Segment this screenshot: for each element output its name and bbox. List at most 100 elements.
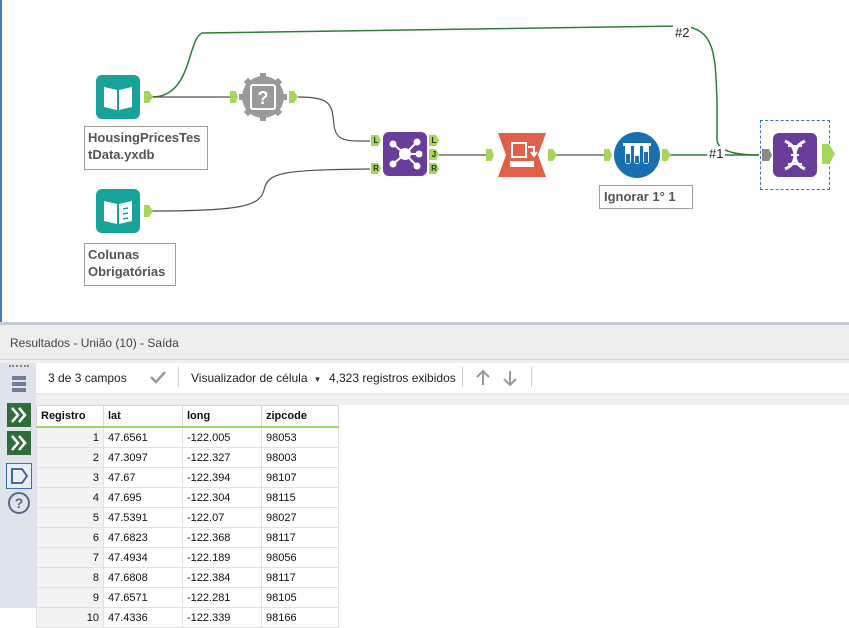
table-cell[interactable]: 98003 (261, 447, 339, 468)
table-cell[interactable]: -122.394 (182, 467, 262, 488)
table-cell[interactable]: 98107 (261, 467, 339, 488)
table-cell[interactable]: 47.4336 (103, 607, 183, 628)
records-count: 4,323 registros exibidos (329, 371, 456, 385)
table-cell[interactable]: -122.005 (182, 426, 262, 448)
wire-label-2: #2 (673, 25, 692, 40)
table-row[interactable]: 4 47.695 -122.304 98115 (36, 487, 339, 508)
results-window: Resultados - União (10) - Saída ? 3 de 3… (0, 322, 849, 628)
input-one-button[interactable] (7, 403, 31, 427)
dynamic-rename-icon (498, 133, 546, 177)
output-button[interactable] (6, 463, 32, 489)
workflow-canvas[interactable]: #2 #1 HousingPricesTes tData.yxdb Coluna… (0, 0, 849, 322)
record-number-cell[interactable]: 10 (36, 607, 104, 628)
stack-icon (12, 376, 26, 392)
gear-question-icon: ? (239, 73, 287, 121)
table-row[interactable]: 6 47.6823 -122.368 98117 (36, 527, 339, 548)
input-data-tool-columns[interactable] (96, 189, 140, 233)
output-tag-icon (11, 468, 29, 484)
record-number-cell[interactable]: 2 (36, 447, 104, 468)
input-data-tool-housing[interactable] (96, 75, 140, 119)
checkmark-icon (150, 371, 166, 384)
table-cell[interactable]: -122.368 (182, 527, 262, 548)
table-cell[interactable]: 47.4934 (103, 547, 183, 568)
results-grid: Registro lat long zipcode 1 47.6561 -122.005 9… (36, 405, 339, 628)
fields-dropdown[interactable]: 3 de 3 campos (48, 371, 127, 385)
join-tool[interactable] (383, 132, 427, 176)
union-tool[interactable] (773, 133, 817, 177)
table-cell[interactable]: -122.339 (182, 607, 262, 628)
table-cell[interactable]: 47.6561 (103, 426, 183, 448)
column-header[interactable]: Registro (36, 405, 104, 428)
record-number-cell[interactable]: 3 (36, 467, 104, 488)
table-row[interactable]: 5 47.5391 -122.07 98027 (36, 507, 339, 528)
chevron-anchor-icon (7, 403, 31, 427)
toolbar-divider (531, 367, 532, 387)
wire-columns-to-join (151, 168, 371, 212)
table-row[interactable]: 2 47.3097 -122.327 98003 (36, 447, 339, 468)
tool-annotation-line: Ignorar 1° 1 (604, 189, 676, 204)
table-cell[interactable]: 47.6808 (103, 567, 183, 588)
tool-annotation-columns: Colunas Obrigatórias (84, 243, 176, 286)
table-cell[interactable]: 98166 (261, 607, 339, 628)
wire-label-1: #1 (707, 146, 726, 161)
record-number-cell[interactable]: 4 (36, 487, 104, 508)
record-number-cell[interactable]: 6 (36, 527, 104, 548)
chevron-anchor-icon (7, 431, 31, 455)
results-title: Resultados - União (10) - Saída (10, 336, 179, 350)
column-header[interactable]: long (182, 405, 262, 428)
table-cell[interactable]: 47.67 (103, 467, 183, 488)
cell-viewer-dropdown[interactable]: Visualizador de célula ▼ (191, 371, 321, 385)
select-tool[interactable]: ? (239, 73, 287, 121)
input-two-button[interactable] (7, 431, 31, 455)
column-header[interactable]: zipcode (261, 405, 339, 428)
table-cell[interactable]: 47.5391 (103, 507, 183, 528)
results-side-rail: ? (0, 363, 36, 608)
results-grid-area: Registro lat long zipcode 1 47.6561 -122.005 9… (36, 405, 849, 628)
tool-annotation-line: Colunas (88, 247, 140, 262)
book-icon (96, 189, 140, 233)
table-row[interactable]: 10 47.4336 -122.339 98166 (36, 607, 339, 628)
table-cell[interactable]: 98056 (261, 547, 339, 568)
table-cell[interactable]: -122.304 (182, 487, 262, 508)
table-row[interactable]: 1 47.6561 -122.005 98053 (36, 426, 339, 448)
record-number-cell[interactable]: 5 (36, 507, 104, 528)
previous-record-button[interactable] (473, 368, 493, 391)
dna-union-icon (773, 133, 817, 177)
drag-handle-icon[interactable] (9, 365, 29, 369)
apply-check-button[interactable] (148, 367, 168, 390)
sample-tool[interactable] (614, 132, 660, 178)
table-cell[interactable]: -122.07 (182, 507, 262, 528)
table-cell[interactable]: 47.3097 (103, 447, 183, 468)
table-cell[interactable]: -122.189 (182, 547, 262, 568)
table-cell[interactable]: 47.6823 (103, 527, 183, 548)
table-cell[interactable]: 47.695 (103, 487, 183, 508)
table-cell[interactable]: 98117 (261, 567, 339, 588)
help-button[interactable]: ? (7, 491, 31, 515)
tool-annotation-sample: Ignorar 1° 1 (599, 185, 693, 209)
table-cell[interactable]: -122.384 (182, 567, 262, 588)
next-record-button[interactable] (500, 368, 520, 391)
arrow-down-icon (503, 371, 517, 387)
record-number-cell[interactable]: 7 (36, 547, 104, 568)
results-toolbar: 3 de 3 campos Visualizador de célula ▼ 4,… (36, 363, 849, 394)
table-row[interactable]: 8 47.6808 -122.384 98117 (36, 567, 339, 588)
wire-select-to-join (297, 96, 371, 142)
table-cell[interactable]: -122.327 (182, 447, 262, 468)
results-titlebar: Resultados - União (10) - Saída (0, 325, 849, 360)
table-cell[interactable]: 98053 (261, 426, 339, 448)
record-number-cell[interactable]: 8 (36, 567, 104, 588)
table-cell[interactable]: 98027 (261, 507, 339, 528)
table-row[interactable]: 7 47.4934 -122.189 98056 (36, 547, 339, 568)
arrow-up-icon (476, 369, 490, 385)
column-header[interactable]: lat (103, 405, 183, 428)
table-cell[interactable]: 98115 (261, 487, 339, 508)
toolbar-divider (462, 367, 463, 387)
grid-header-row: Registro lat long zipcode (36, 405, 339, 428)
formula-tool[interactable] (498, 133, 546, 177)
table-view-button[interactable] (7, 373, 31, 397)
tool-annotation-line: Obrigatórias (88, 264, 166, 279)
table-cell[interactable]: 98117 (261, 527, 339, 548)
table-row[interactable]: 3 47.67 -122.394 98107 (36, 467, 339, 488)
fields-label: 3 de 3 campos (48, 371, 127, 385)
record-number-cell[interactable]: 1 (36, 426, 104, 448)
